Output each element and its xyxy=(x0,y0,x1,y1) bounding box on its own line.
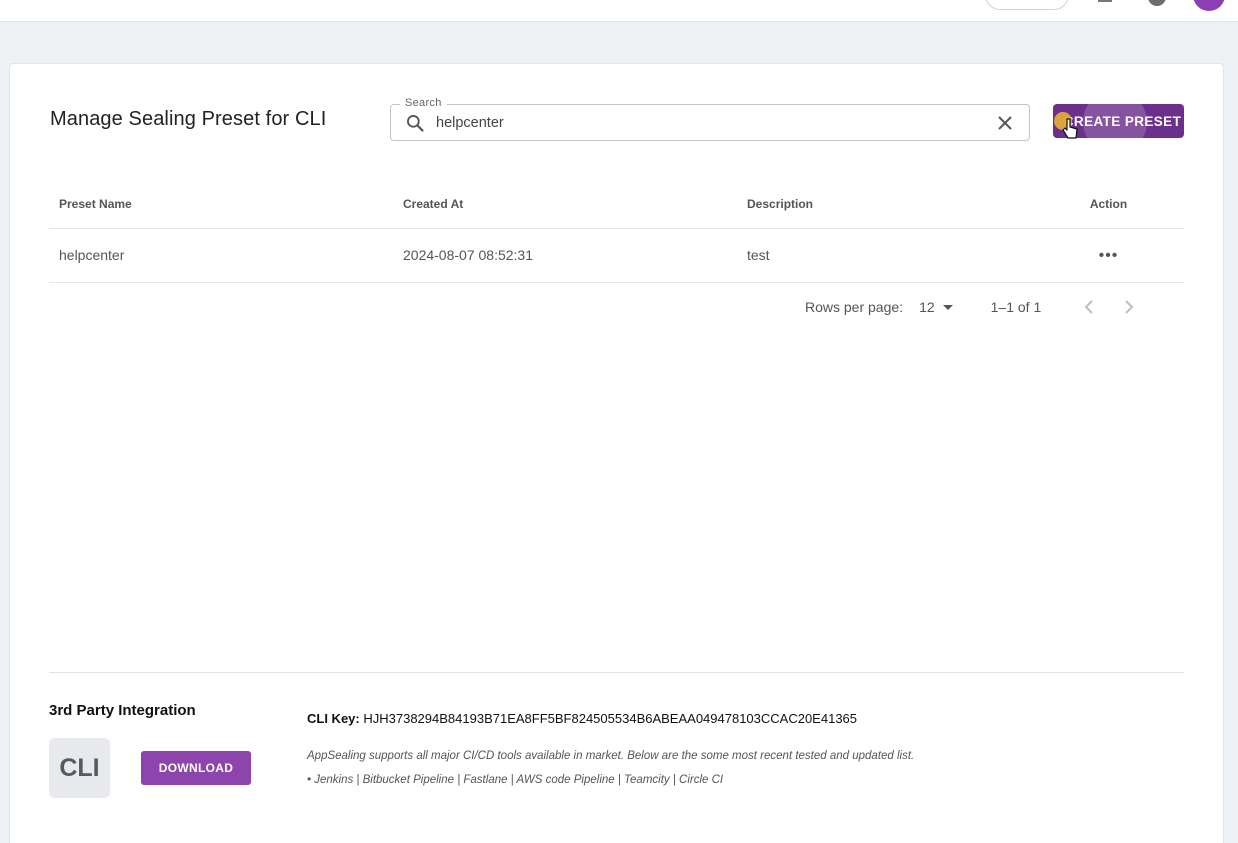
cli-key-label: CLI Key: xyxy=(307,711,360,726)
header-action: Action xyxy=(1033,180,1184,229)
header-preset-name[interactable]: Preset Name xyxy=(49,180,393,229)
preset-table: Preset Name Created At Description Actio… xyxy=(49,180,1184,283)
avatar[interactable] xyxy=(1193,0,1225,11)
pagination: Rows per page: 12 1–1 of 1 xyxy=(805,294,1157,320)
rows-per-page-select[interactable]: 12 xyxy=(919,299,953,315)
top-action-pill[interactable] xyxy=(985,0,1069,10)
cell-description: test xyxy=(737,228,1033,283)
help-icon[interactable] xyxy=(1148,0,1166,6)
top-app-bar xyxy=(0,0,1238,22)
table-row[interactable]: helpcenter 2024-08-07 08:52:31 test ••• xyxy=(49,228,1184,283)
cli-description: AppSealing supports all major CI/CD tool… xyxy=(307,750,915,762)
section-divider xyxy=(49,672,1184,673)
clear-icon[interactable] xyxy=(997,115,1013,131)
cell-preset-name: helpcenter xyxy=(49,228,393,283)
cli-tools-list: • Jenkins | Bitbucket Pipeline | Fastlan… xyxy=(307,774,724,786)
more-icon[interactable]: ••• xyxy=(1099,248,1119,264)
page-title: Manage Sealing Preset for CLI xyxy=(50,108,327,130)
chevron-left-icon xyxy=(1084,300,1093,314)
cell-action: ••• xyxy=(1033,228,1184,283)
preset-card: Manage Sealing Preset for CLI Search CRE… xyxy=(9,63,1224,843)
pagination-range: 1–1 of 1 xyxy=(990,299,1042,315)
bell-icon[interactable] xyxy=(1097,0,1113,4)
rows-per-page-label: Rows per page: xyxy=(805,299,904,315)
rows-per-page-value: 12 xyxy=(919,299,935,315)
search-field[interactable]: Search xyxy=(390,97,1030,141)
previous-page-button[interactable] xyxy=(1077,295,1101,319)
cli-badge: CLI xyxy=(49,738,110,798)
download-button[interactable]: DOWNLOAD xyxy=(141,751,251,785)
next-page-button[interactable] xyxy=(1117,295,1141,319)
search-icon xyxy=(407,115,424,132)
header-description[interactable]: Description xyxy=(737,180,1033,229)
pointer-cursor-icon xyxy=(1062,118,1078,139)
cell-created-at: 2024-08-07 08:52:31 xyxy=(393,228,737,283)
table-header-row: Preset Name Created At Description Actio… xyxy=(49,180,1184,229)
caret-down-icon xyxy=(942,304,953,310)
chevron-right-icon xyxy=(1125,300,1134,314)
header-created-at[interactable]: Created At xyxy=(393,180,737,229)
search-input[interactable] xyxy=(436,105,976,140)
integration-title: 3rd Party Integration xyxy=(49,702,196,719)
cli-key-value: HJH3738294B84193B71EA8FF5BF824505534B6AB… xyxy=(363,711,858,726)
cli-key: CLI Key: HJH3738294B84193B71EA8FF5BF8245… xyxy=(307,711,857,726)
